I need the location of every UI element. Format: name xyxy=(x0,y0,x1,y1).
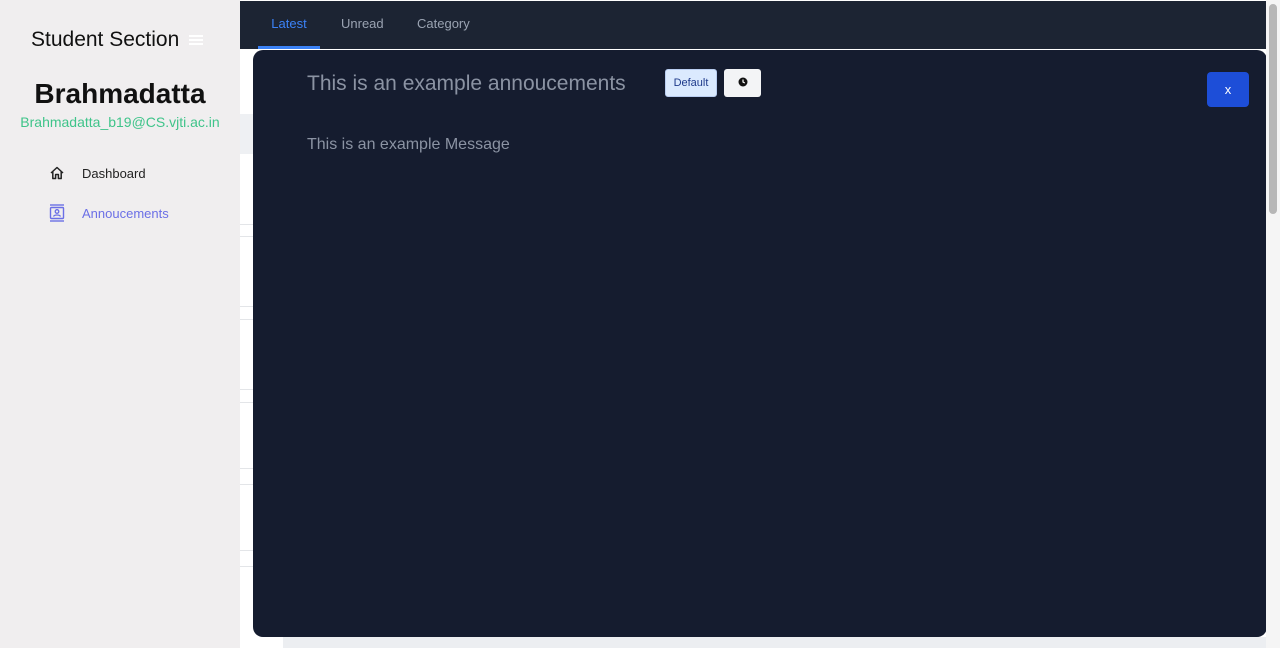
divider xyxy=(240,224,254,225)
close-button[interactable]: x xyxy=(1207,72,1249,107)
tab-latest[interactable]: Latest xyxy=(258,1,320,49)
category-badge: Default xyxy=(665,69,717,97)
brand: Student Section xyxy=(31,28,204,52)
divider xyxy=(240,468,254,469)
clock-button[interactable] xyxy=(724,69,761,97)
sidebar-item-label: Dashboard xyxy=(82,165,146,181)
background-strip xyxy=(283,637,1266,648)
scrollbar-thumb[interactable] xyxy=(1269,4,1277,214)
home-icon xyxy=(48,164,66,182)
divider xyxy=(240,306,254,307)
user-email: Brahmadatta_b19@CS.vjti.ac.in xyxy=(20,114,220,130)
divider xyxy=(240,389,254,390)
brand-title: Student Section xyxy=(31,28,180,51)
tab-category[interactable]: Category xyxy=(417,1,470,49)
divider xyxy=(240,484,254,485)
sidebar-item-label: Annoucements xyxy=(82,205,169,221)
tab-unread[interactable]: Unread xyxy=(341,1,384,49)
sidebar-item-dashboard[interactable]: Dashboard xyxy=(48,164,146,182)
divider xyxy=(240,236,254,237)
divider xyxy=(240,402,254,403)
divider xyxy=(240,550,254,551)
modal-message: This is an example Message xyxy=(307,136,510,153)
user-name: Brahmadatta xyxy=(34,78,206,109)
modal-title: This is an example annoucements xyxy=(307,72,626,95)
background-row xyxy=(240,114,254,154)
announcement-icon xyxy=(48,204,66,222)
sidebar-item-annoucements[interactable]: Annoucements xyxy=(48,204,169,222)
clock-icon xyxy=(738,74,748,92)
divider xyxy=(240,319,254,320)
announcement-modal: This is an example annoucements Default … xyxy=(253,50,1267,637)
divider xyxy=(240,566,254,567)
tabs-bar: Latest Unread Category xyxy=(240,1,1266,49)
sidebar: Student Section Brahmadatta Brahmadatta_… xyxy=(0,0,240,648)
menu-icon[interactable] xyxy=(189,35,204,45)
